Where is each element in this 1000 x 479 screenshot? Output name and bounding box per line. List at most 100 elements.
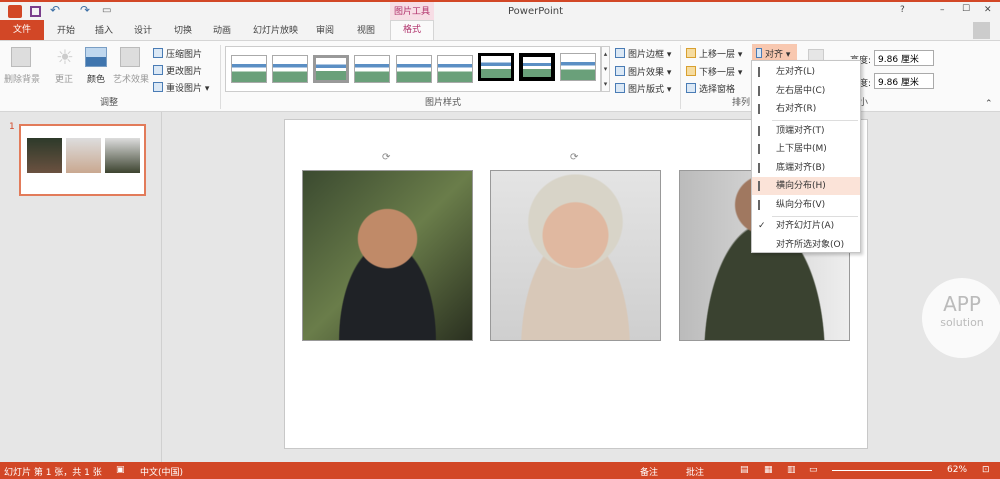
rotate-handle-icon[interactable]: ⟳ bbox=[382, 152, 390, 163]
slide-info: 幻灯片 第 1 张，共 1 张 bbox=[4, 468, 102, 478]
selection-pane-icon bbox=[686, 83, 696, 93]
tab-animations[interactable]: 动画 bbox=[213, 23, 231, 36]
slide-number: 1 bbox=[9, 122, 15, 132]
tab-design[interactable]: 设计 bbox=[134, 23, 152, 36]
slide-sorter-icon[interactable]: ▦ bbox=[764, 465, 773, 475]
menu-item[interactable]: 纵向分布(V) bbox=[752, 196, 860, 214]
tab-format[interactable]: 格式 bbox=[390, 20, 434, 41]
save-icon[interactable] bbox=[30, 6, 41, 17]
tab-transitions[interactable]: 切换 bbox=[174, 23, 192, 36]
corrections-button[interactable]: 更正 bbox=[55, 72, 73, 85]
gallery-scroll[interactable]: ▴ ▾ ▾ bbox=[601, 46, 610, 92]
menu-item[interactable]: 底端对齐(B) bbox=[752, 159, 860, 177]
picture-effects-button[interactable]: 图片效果 ▾ bbox=[615, 65, 671, 78]
tab-view[interactable]: 视图 bbox=[357, 23, 375, 36]
style-thumb[interactable] bbox=[396, 55, 432, 83]
change-picture-button[interactable]: 更改图片 bbox=[153, 64, 202, 77]
style-thumb[interactable] bbox=[354, 55, 390, 83]
remove-background-button[interactable]: 删除背景 bbox=[4, 72, 40, 85]
spellcheck-icon[interactable]: ▣ bbox=[116, 465, 125, 475]
menu-item-label: 对齐幻灯片(A) bbox=[776, 221, 835, 231]
color-icon bbox=[85, 47, 107, 67]
menu-item[interactable]: 对齐所选对象(O) bbox=[752, 236, 860, 254]
blank-icon bbox=[758, 240, 768, 250]
minimize-button[interactable]: – bbox=[940, 5, 945, 15]
align-dropdown-menu: 左对齐(L) 左右居中(C) 右对齐(R) 顶端对齐(T) 上下居中(M) 底端对齐(B)… bbox=[751, 60, 861, 253]
tab-review[interactable]: 审阅 bbox=[316, 23, 334, 36]
reset-picture-icon bbox=[153, 82, 163, 92]
style-thumb[interactable] bbox=[313, 55, 349, 83]
style-thumb[interactable] bbox=[478, 53, 514, 81]
rotate-handle-icon[interactable]: ⟳ bbox=[570, 152, 578, 163]
slideshow-icon[interactable]: ▭ bbox=[102, 5, 111, 16]
menu-item-label: 横向分布(H) bbox=[776, 181, 826, 191]
status-bar: 幻灯片 第 1 张，共 1 张 ▣ 中文(中国) 备注 批注 ▤ ▦ ▥ ▭ 6… bbox=[0, 462, 1000, 479]
style-thumb[interactable] bbox=[231, 55, 267, 83]
zoom-slider[interactable] bbox=[832, 470, 932, 471]
align-right-icon bbox=[758, 104, 768, 114]
slide-thumbnail[interactable] bbox=[19, 124, 146, 196]
tab-file[interactable]: 文件 bbox=[0, 20, 44, 40]
fit-slide-icon[interactable]: ⊡ bbox=[982, 465, 990, 475]
app-title: PowerPoint bbox=[508, 6, 564, 17]
photo-woman[interactable] bbox=[490, 170, 661, 341]
color-button[interactable]: 颜色 bbox=[87, 72, 105, 85]
style-thumb[interactable] bbox=[437, 55, 473, 83]
picture-layout-button[interactable]: 图片版式 ▾ bbox=[615, 82, 671, 95]
width-input[interactable] bbox=[874, 73, 934, 89]
tab-home[interactable]: 开始 bbox=[57, 23, 75, 36]
menu-item[interactable]: 顶端对齐(T) bbox=[752, 122, 860, 140]
reset-picture-button[interactable]: 重设图片 ▾ bbox=[153, 81, 209, 94]
selection-pane-button[interactable]: 选择窗格 bbox=[686, 82, 735, 95]
align-center-icon bbox=[758, 85, 768, 96]
menu-item[interactable]: 右对齐(R) bbox=[752, 100, 860, 118]
menu-item-label: 左对齐(L) bbox=[776, 67, 816, 77]
notes-button[interactable]: 备注 bbox=[640, 465, 658, 478]
align-button[interactable]: 对齐 ▾ bbox=[752, 44, 797, 61]
layout-icon bbox=[615, 83, 625, 93]
close-button[interactable]: ✕ bbox=[984, 5, 992, 15]
style-thumb[interactable] bbox=[560, 53, 596, 81]
menu-item[interactable]: ✓ 对齐幻灯片(A) bbox=[752, 217, 860, 235]
menu-item[interactable]: 横向分布(H) bbox=[752, 177, 860, 195]
menu-item[interactable]: 左右居中(C) bbox=[752, 82, 860, 100]
send-backward-icon bbox=[686, 66, 696, 76]
redo-icon[interactable]: ↷ bbox=[80, 3, 90, 17]
style-thumb[interactable] bbox=[519, 53, 555, 81]
menu-item-label: 顶端对齐(T) bbox=[776, 125, 825, 136]
menu-item[interactable]: 左对齐(L) bbox=[752, 63, 860, 81]
menu-item-label: 纵向分布(V) bbox=[776, 199, 826, 210]
menu-item[interactable]: 上下居中(M) bbox=[752, 140, 860, 158]
compress-icon bbox=[153, 48, 163, 58]
align-icon bbox=[756, 48, 762, 58]
menu-item-label: 左右居中(C) bbox=[776, 85, 826, 96]
normal-view-icon[interactable]: ▤ bbox=[740, 465, 749, 475]
picture-border-button[interactable]: 图片边框 ▾ bbox=[615, 47, 671, 60]
send-backward-button[interactable]: 下移一层 ▾ bbox=[686, 65, 742, 78]
undo-icon[interactable]: ↶ bbox=[50, 3, 60, 17]
height-input[interactable] bbox=[874, 50, 934, 66]
align-middle-icon bbox=[758, 144, 768, 154]
context-tab-label: 图片工具 bbox=[390, 2, 434, 22]
distribute-horizontal-icon bbox=[758, 181, 768, 191]
photo-man-bearded[interactable] bbox=[302, 170, 473, 341]
collapse-ribbon-icon[interactable]: ⌃ bbox=[985, 99, 993, 109]
tab-slideshow[interactable]: 幻灯片放映 bbox=[253, 23, 298, 36]
help-icon[interactable]: ? bbox=[900, 5, 905, 15]
slideshow-view-icon[interactable]: ▭ bbox=[809, 465, 818, 475]
reading-view-icon[interactable]: ▥ bbox=[787, 465, 796, 475]
compress-pictures-button[interactable]: 压缩图片 bbox=[153, 47, 202, 60]
comments-button[interactable]: 批注 bbox=[686, 465, 704, 478]
account-avatar[interactable] bbox=[973, 22, 990, 39]
title-bar: ↶ ↷ ▭ 图片工具 PowerPoint ? – ☐ ✕ bbox=[0, 0, 1000, 22]
bring-forward-button[interactable]: 上移一层 ▾ bbox=[686, 47, 742, 60]
picture-styles-gallery[interactable] bbox=[225, 46, 601, 92]
zoom-level[interactable]: 62% bbox=[947, 465, 967, 475]
style-thumb[interactable] bbox=[272, 55, 308, 83]
tab-insert[interactable]: 插入 bbox=[95, 23, 113, 36]
artistic-effects-button[interactable]: 艺术效果 bbox=[113, 72, 149, 85]
language[interactable]: 中文(中国) bbox=[140, 465, 183, 478]
maximize-button[interactable]: ☐ bbox=[962, 4, 970, 14]
change-picture-icon bbox=[153, 65, 163, 75]
remove-background-icon bbox=[11, 47, 31, 67]
